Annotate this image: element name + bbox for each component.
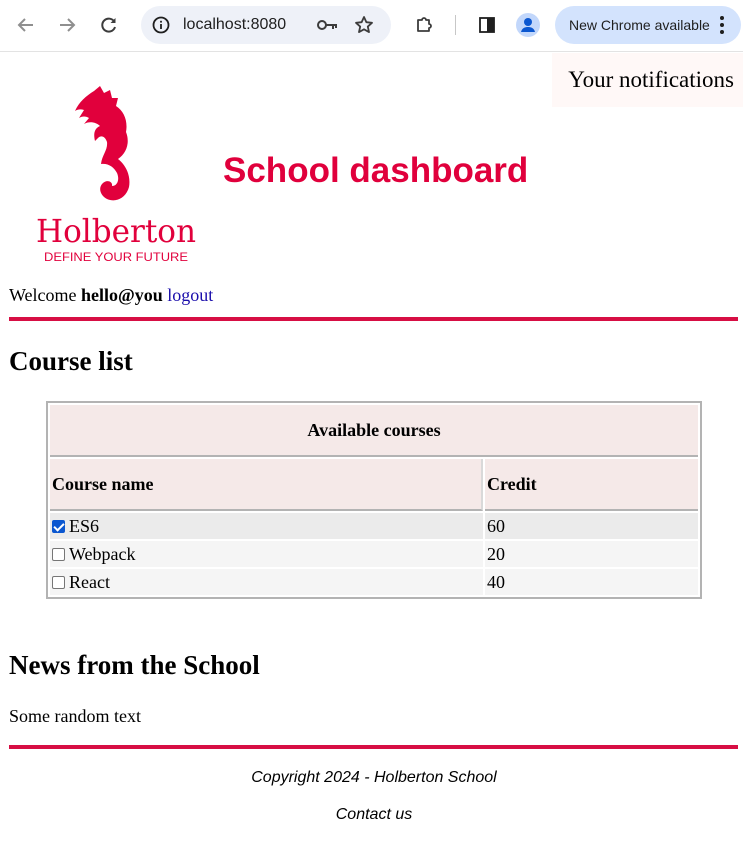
- more-menu-icon[interactable]: [713, 14, 731, 36]
- header-divider: [9, 317, 738, 321]
- notifications-label: Your notifications: [568, 67, 734, 92]
- course-table: Available courses Course name Credit ES6…: [46, 401, 702, 599]
- column-header-course-name: Course name: [50, 459, 483, 511]
- forward-arrow-icon: [60, 18, 76, 32]
- course-checkbox[interactable]: [52, 547, 65, 561]
- puzzle-icon: [417, 17, 432, 32]
- course-name-cell: ES6: [50, 513, 483, 539]
- back-button[interactable]: [9, 8, 43, 42]
- user-email: hello@you: [81, 285, 163, 305]
- credit-cell: 40: [485, 569, 698, 595]
- site-info-icon[interactable]: [151, 15, 171, 35]
- url-text[interactable]: localhost:8080: [183, 16, 286, 34]
- credit-cell: 20: [485, 541, 698, 567]
- logo-text: Holberton: [36, 212, 196, 250]
- table-row: React 40: [50, 569, 698, 595]
- table-row: Webpack 20: [50, 541, 698, 567]
- extensions-button[interactable]: [407, 8, 441, 42]
- course-name: Webpack: [69, 543, 136, 564]
- seahorse-icon: [75, 86, 130, 201]
- side-panel-button[interactable]: [470, 8, 504, 42]
- logo-tagline: DEFINE YOUR FUTURE: [44, 252, 188, 264]
- bookmark-star-icon[interactable]: [354, 15, 374, 35]
- course-name-cell: React: [50, 569, 483, 595]
- course-name-cell: Webpack: [50, 541, 483, 567]
- back-arrow-icon: [17, 18, 33, 32]
- footer-divider: [9, 745, 738, 749]
- course-checkbox[interactable]: [52, 519, 65, 533]
- reload-icon: [101, 17, 116, 33]
- update-label: New Chrome available: [569, 17, 710, 33]
- news-body: Some random text: [9, 706, 141, 726]
- toolbar-divider: [455, 15, 456, 35]
- welcome-line: Welcome hello@you logout: [9, 285, 213, 306]
- address-bar[interactable]: localhost:8080: [141, 6, 391, 44]
- side-panel-icon: [479, 17, 495, 33]
- page-title: School dashboard: [223, 151, 529, 190]
- chrome-update-button[interactable]: New Chrome available: [555, 6, 741, 44]
- forward-button[interactable]: [50, 8, 84, 42]
- copyright-text: Copyright 2024 - Holberton School: [251, 769, 497, 786]
- notifications-panel[interactable]: Your notifications: [552, 53, 743, 107]
- browser-toolbar: localhost:8080 New Chrome available: [0, 0, 743, 52]
- welcome-label: Welcome: [9, 285, 77, 305]
- logout-link[interactable]: logout: [167, 285, 213, 305]
- contact-link[interactable]: Contact us: [0, 806, 743, 824]
- course-checkbox[interactable]: [52, 575, 65, 589]
- course-name: ES6: [69, 515, 100, 536]
- table-caption: Available courses: [50, 405, 698, 457]
- password-key-icon[interactable]: [316, 15, 340, 35]
- holberton-logo: Holberton DEFINE YOUR FUTURE: [36, 86, 196, 264]
- credit-cell: 60: [485, 513, 698, 539]
- table-row: ES6 60: [50, 513, 698, 539]
- person-icon: [521, 18, 535, 32]
- news-heading: News from the School: [9, 650, 260, 680]
- reload-button[interactable]: [92, 8, 126, 42]
- course-list-heading: Course list: [9, 346, 133, 376]
- course-name: React: [69, 571, 110, 592]
- column-header-credit: Credit: [485, 459, 698, 511]
- profile-avatar[interactable]: [516, 13, 540, 37]
